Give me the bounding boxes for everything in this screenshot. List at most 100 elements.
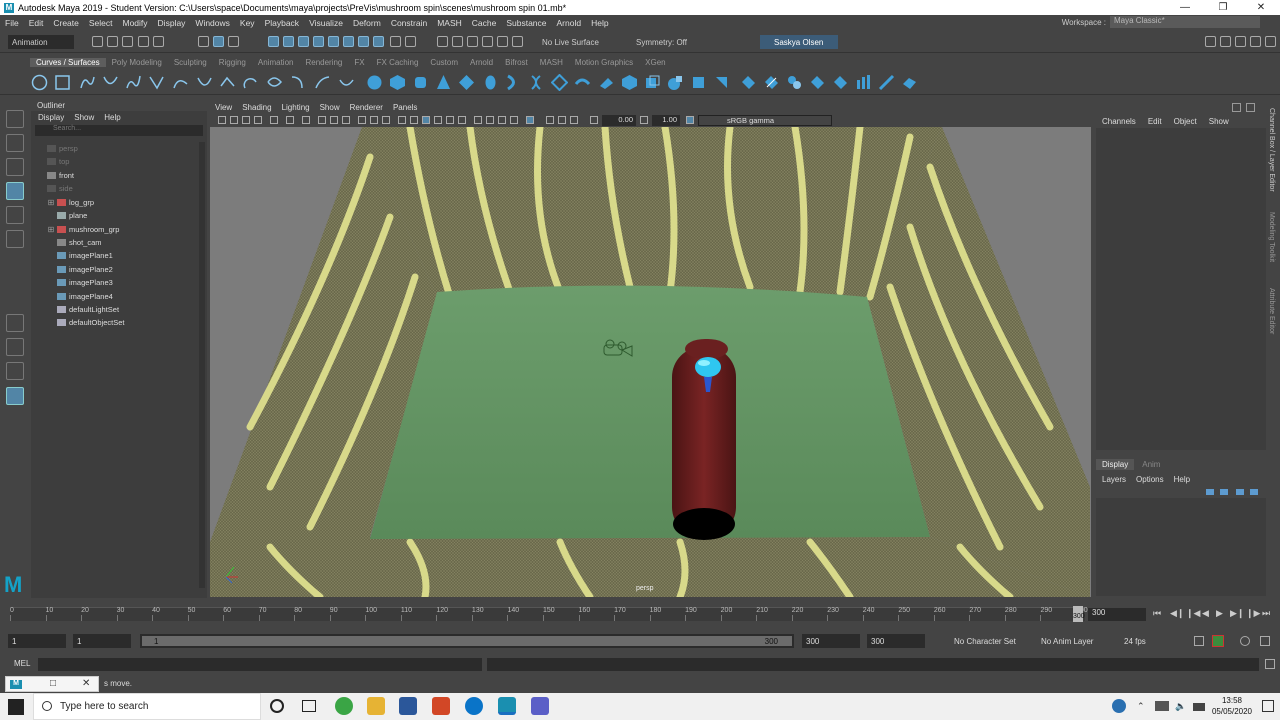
offset-curve-icon[interactable] bbox=[314, 74, 331, 91]
playback-start-field[interactable]: 1 bbox=[73, 634, 131, 648]
side-tab-modeling-toolkit[interactable]: Modeling Toolkit bbox=[1268, 212, 1275, 262]
snap-grid-icon[interactable] bbox=[268, 36, 279, 47]
resolution-gate-icon[interactable] bbox=[330, 116, 338, 124]
menu-modify[interactable]: Modify bbox=[118, 18, 153, 28]
four-view-layout-icon[interactable] bbox=[6, 338, 24, 356]
motion-blur-icon[interactable] bbox=[486, 116, 494, 124]
rotate-tool-icon[interactable] bbox=[6, 206, 24, 224]
loft-icon[interactable] bbox=[528, 74, 545, 91]
arnold-render-icon[interactable] bbox=[512, 36, 523, 47]
taskbar-clock[interactable]: 13:58 05/05/2020 bbox=[1212, 695, 1252, 717]
shelf-tab-xgen[interactable]: XGen bbox=[639, 58, 671, 67]
edge-icon[interactable] bbox=[465, 697, 483, 715]
new-layer-selected-icon[interactable] bbox=[1250, 489, 1258, 495]
insert-isoparms-icon[interactable] bbox=[809, 74, 826, 91]
fps-select[interactable]: 24 fps bbox=[1120, 634, 1184, 648]
notifications-icon[interactable] bbox=[1262, 700, 1274, 712]
command-input[interactable] bbox=[38, 658, 482, 671]
viewport-menu-show[interactable]: Show bbox=[315, 103, 345, 112]
outliner-item-front[interactable]: front bbox=[47, 169, 74, 182]
screen-space-ao-icon[interactable] bbox=[474, 116, 482, 124]
playback-end-field[interactable]: 300 bbox=[802, 634, 860, 648]
outliner-menu-help[interactable]: Help bbox=[104, 113, 120, 123]
shelf-tab-animation[interactable]: Animation bbox=[252, 58, 300, 67]
cortana-icon[interactable] bbox=[270, 699, 284, 713]
expand-icon[interactable]: ⊞ bbox=[45, 198, 57, 207]
task-view-icon[interactable] bbox=[302, 700, 316, 712]
extrude-icon[interactable] bbox=[574, 74, 591, 91]
menu-visualize[interactable]: Visualize bbox=[304, 18, 348, 28]
untrim-icon[interactable] bbox=[713, 74, 730, 91]
menu-constrain[interactable]: Constrain bbox=[386, 18, 432, 28]
symmetry-field[interactable]: Symmetry: Off bbox=[632, 35, 704, 49]
outliner-item-mushroom-grp[interactable]: ⊞ mushroom_grp bbox=[45, 223, 120, 236]
go-to-start-icon[interactable]: ⏮ bbox=[1153, 608, 1161, 619]
attach-surfaces-icon[interactable] bbox=[740, 74, 757, 91]
range-slider-track[interactable]: 1 300 bbox=[140, 634, 794, 648]
channel-menu-object[interactable]: Object bbox=[1174, 117, 1197, 126]
outliner-item-plane[interactable]: plane bbox=[57, 209, 87, 222]
shelf-tab-custom[interactable]: Custom bbox=[424, 58, 464, 67]
open-scene-icon[interactable] bbox=[107, 36, 118, 47]
extend-surfaces-icon[interactable] bbox=[832, 74, 849, 91]
construction-history-icon[interactable] bbox=[405, 36, 416, 47]
detach-surfaces-icon[interactable] bbox=[763, 74, 780, 91]
textured-icon[interactable] bbox=[434, 116, 442, 124]
menu-create[interactable]: Create bbox=[48, 18, 84, 28]
nurbs-cube-icon[interactable] bbox=[389, 74, 406, 91]
animation-end-field[interactable]: 300 bbox=[867, 634, 925, 648]
outliner-item-top[interactable]: top bbox=[47, 155, 69, 168]
film-gate-icon[interactable] bbox=[318, 116, 326, 124]
rebuild-surfaces-icon[interactable] bbox=[855, 74, 872, 91]
menu-playback[interactable]: Playback bbox=[260, 18, 305, 28]
outliner-item-imageplane3[interactable]: imagePlane3 bbox=[57, 276, 113, 289]
viewport-menu-lighting[interactable]: Lighting bbox=[277, 103, 315, 112]
project-curve-icon[interactable] bbox=[644, 74, 661, 91]
arc-icon[interactable] bbox=[172, 74, 189, 91]
make-live-icon[interactable] bbox=[343, 36, 354, 47]
volume-icon[interactable]: 🔈 bbox=[1175, 701, 1186, 712]
menu-substance[interactable]: Substance bbox=[501, 18, 551, 28]
menu-display[interactable]: Display bbox=[153, 18, 191, 28]
bevel-plus-icon[interactable] bbox=[621, 74, 638, 91]
attach-curves-icon[interactable] bbox=[219, 74, 236, 91]
image-plane-toggle-icon[interactable] bbox=[254, 116, 262, 124]
powerpoint-icon[interactable] bbox=[432, 697, 450, 715]
network-icon[interactable] bbox=[1155, 701, 1169, 711]
bezier-curve-icon[interactable] bbox=[148, 74, 165, 91]
detach-curves-icon[interactable] bbox=[242, 74, 259, 91]
outliner-item-imageplane2[interactable]: imagePlane2 bbox=[57, 263, 113, 276]
loop-icon[interactable] bbox=[1194, 636, 1204, 646]
animation-prefs-icon[interactable] bbox=[1240, 636, 1250, 646]
outliner-layout-icon[interactable] bbox=[6, 387, 24, 405]
channel-box-area[interactable] bbox=[1096, 128, 1266, 450]
outliner-menu-show[interactable]: Show bbox=[74, 113, 94, 123]
menu-key[interactable]: Key bbox=[235, 18, 260, 28]
shelf-tab-mash[interactable]: MASH bbox=[534, 58, 569, 67]
close-button[interactable]: ✕ bbox=[1242, 0, 1280, 15]
shadows-icon[interactable] bbox=[458, 116, 466, 124]
anti-aliasing-icon[interactable] bbox=[498, 116, 506, 124]
shelf-tab-rigging[interactable]: Rigging bbox=[213, 58, 252, 67]
safe-action-icon[interactable] bbox=[370, 116, 378, 124]
smooth-shade-icon[interactable] bbox=[410, 116, 418, 124]
bookmarks-icon[interactable] bbox=[242, 116, 250, 124]
minimized-window-tab[interactable]: M □ ✕ bbox=[5, 676, 99, 692]
lasso-tool-icon[interactable] bbox=[6, 134, 24, 152]
maya-taskbar-icon[interactable] bbox=[498, 697, 516, 715]
birail-icon[interactable] bbox=[598, 74, 615, 91]
animation-start-field[interactable]: 1 bbox=[8, 634, 66, 648]
time-slider-track[interactable]: 0 10 20 30 40 50 60 70 80 90 100 110 120 130 140 150 160… bbox=[10, 607, 1088, 621]
taskbar-search-input[interactable]: Type here to search bbox=[33, 693, 261, 720]
toggle-outliner-icon[interactable] bbox=[1265, 36, 1276, 47]
outliner-menu-display[interactable]: Display bbox=[38, 113, 64, 123]
safe-title-icon[interactable] bbox=[382, 116, 390, 124]
menu-cache[interactable]: Cache bbox=[467, 18, 502, 28]
step-forward-frame-icon[interactable]: ▶❙ bbox=[1230, 608, 1244, 619]
gamma-icon[interactable] bbox=[640, 116, 648, 124]
move-layer-down-icon[interactable] bbox=[1220, 489, 1228, 495]
select-hierarchy-icon[interactable] bbox=[198, 36, 209, 47]
minimize-button[interactable]: — bbox=[1166, 0, 1204, 15]
expand-icon[interactable]: ⊞ bbox=[45, 225, 57, 234]
toggle-modeling-toolkit-icon[interactable] bbox=[1250, 36, 1261, 47]
